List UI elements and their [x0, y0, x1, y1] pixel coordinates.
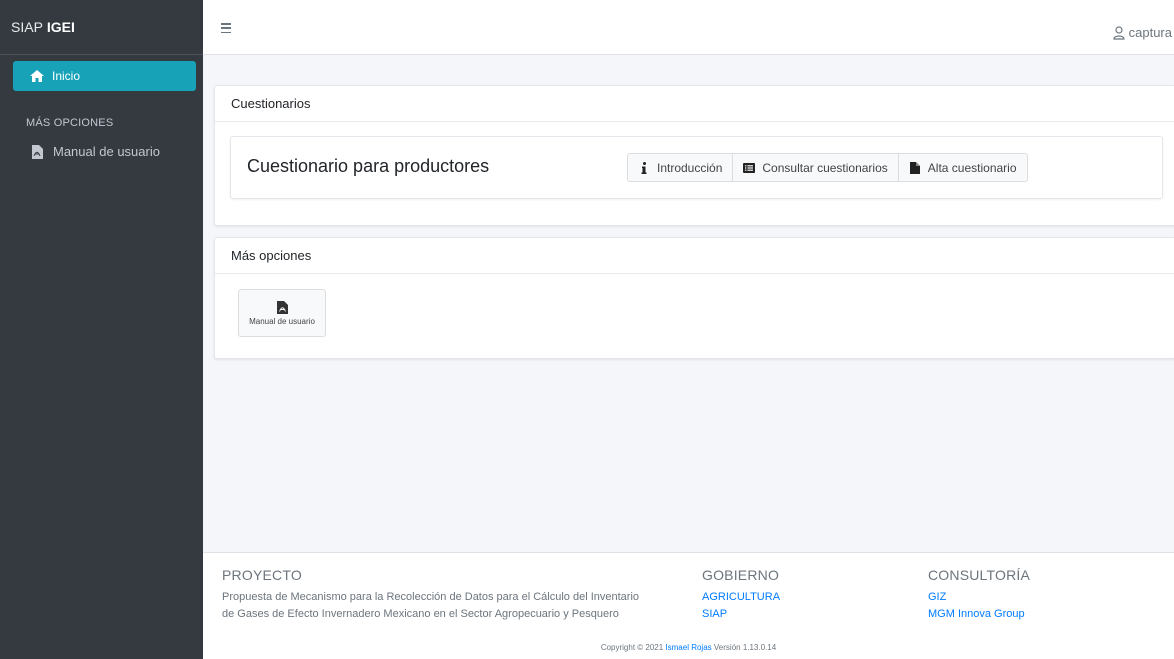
copyright: Copyright © 2021 Ismael Rojas Versión 1.… [203, 643, 1174, 652]
file-pdf-icon [276, 300, 288, 314]
sidebar: SIAP IGEI Inicio MÁS OPCIONES Manual de … [0, 0, 203, 659]
brand-link[interactable]: SIAP IGEI [0, 0, 203, 55]
button-label: Alta cuestionario [927, 160, 1017, 175]
tile-label: Manual de usuario [249, 316, 315, 326]
project-description-line: de Gases de Efecto Invernadero Mexicano … [222, 608, 619, 620]
info-icon [638, 161, 650, 174]
hamburger-icon[interactable] [221, 23, 231, 33]
sidebar-item-manual[interactable]: Manual de usuario [13, 144, 196, 159]
brand-prefix: SIAP [11, 19, 43, 35]
sidebar-nav: Inicio MÁS OPCIONES Manual de usuario [0, 55, 203, 159]
author-link[interactable]: Ismael Rojas [665, 643, 711, 652]
alta-cuestionario-button[interactable]: Alta cuestionario [897, 153, 1028, 182]
brand-name: IGEI [46, 19, 75, 35]
button-label: Consultar cuestionarios [762, 160, 888, 175]
list-icon [743, 162, 756, 174]
footer-heading: CONSULTORÍA [928, 567, 1031, 583]
questionnaire-card: Cuestionario para productores Introducci… [230, 136, 1163, 199]
giz-link[interactable]: GIZ [928, 589, 1030, 606]
questionnaire-title: Cuestionario para productores [247, 156, 490, 176]
top-navbar: captura [203, 0, 1174, 55]
manual-de-usuario-tile[interactable]: Manual de usuario [238, 289, 326, 337]
footer: PROYECTO Propuesta de Mecanismo para la … [203, 552, 1174, 659]
home-icon [29, 69, 45, 83]
consultar-cuestionarios-button[interactable]: Consultar cuestionarios [732, 153, 899, 182]
footer-heading: GOBIERNO [702, 567, 780, 583]
card-header: Cuestionarios [215, 86, 1174, 122]
sidebar-item-label: Manual de usuario [53, 144, 160, 159]
agricultura-link[interactable]: AGRICULTURA [702, 589, 780, 606]
footer-heading: PROYECTO [222, 567, 302, 583]
cuestionarios-card: Cuestionarios Cuestionario para producto… [214, 85, 1174, 226]
file-icon [909, 161, 921, 174]
footer-proyecto: PROYECTO Propuesta de Mecanismo para la … [222, 567, 639, 623]
sidebar-item-inicio[interactable]: Inicio [13, 61, 196, 91]
user-menu[interactable]: captura [1113, 25, 1172, 40]
user-name: captura [1128, 25, 1172, 40]
mas-opciones-card: Más opciones Manual de usuario [214, 237, 1174, 359]
siap-link[interactable]: SIAP [702, 606, 780, 623]
copyright-text: Copyright © 2021 [600, 643, 664, 652]
button-label: Introducción [657, 160, 723, 175]
project-description-line: Propuesta de Mecanismo para la Recolecci… [222, 591, 640, 603]
card-header: Más opciones [215, 238, 1174, 274]
user-icon [1113, 25, 1125, 40]
footer-consultoria: CONSULTORÍA GIZ MGM Innova Group [928, 567, 1030, 623]
version-text: Versión 1.13.0.14 [713, 643, 777, 652]
sidebar-item-label: Inicio [52, 69, 81, 83]
introduccion-button[interactable]: Introducción [627, 153, 734, 182]
footer-gobierno: GOBIERNO AGRICULTURA SIAP [702, 567, 780, 623]
questionnaire-actions: Introducción Consultar cuestionarios Alt… [627, 153, 1028, 182]
mgm-innova-link[interactable]: MGM Innova Group [928, 606, 1030, 623]
sidebar-section-header: MÁS OPCIONES [26, 117, 114, 129]
file-pdf-icon [31, 144, 43, 159]
